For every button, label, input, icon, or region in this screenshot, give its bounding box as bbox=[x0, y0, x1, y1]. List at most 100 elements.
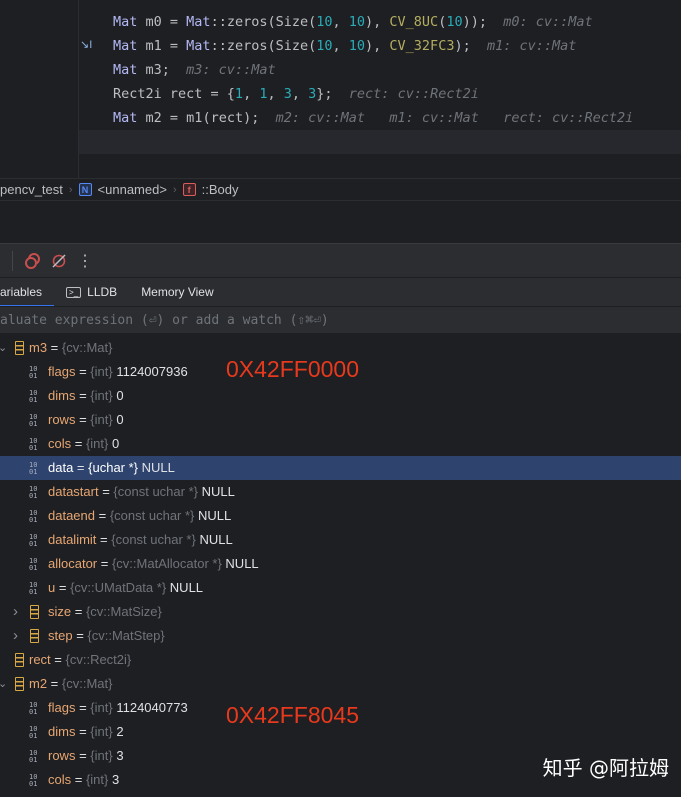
variable-type: {const uchar *} bbox=[111, 532, 196, 547]
evaluate-expression-input[interactable]: aluate expression (⏎) or add a watch (⇧⌘… bbox=[0, 306, 681, 334]
code-token: Mat bbox=[186, 38, 211, 54]
primitive-value-icon: 10 01 bbox=[29, 461, 38, 476]
variable-row[interactable]: 10 01 allocator = {cv::MatAllocator *} NUL… bbox=[0, 552, 681, 576]
object-icon bbox=[30, 624, 39, 651]
variable-row[interactable]: 10 01 datastart = {const uchar *} NULL bbox=[0, 480, 681, 504]
code-token: ), bbox=[365, 14, 390, 30]
execution-point-icon: ↘I bbox=[80, 39, 93, 51]
variable-value: NULL bbox=[198, 508, 232, 523]
code-token: )); bbox=[462, 14, 504, 30]
code-token: ; bbox=[251, 110, 276, 126]
primitive-value-icon: 10 01 bbox=[29, 413, 38, 428]
primitive-value-icon: 10 01 bbox=[29, 365, 38, 380]
code-token: ); bbox=[454, 38, 487, 54]
primitive-value-icon: 10 01 bbox=[29, 437, 38, 452]
variable-type: {int} bbox=[90, 700, 113, 715]
variable-text: m2 = {cv::Mat} bbox=[29, 676, 113, 691]
variable-name: flags bbox=[48, 364, 76, 379]
primitive-value-icon: 10 01 bbox=[29, 701, 38, 716]
variable-text: rows = {int} 3 bbox=[48, 748, 124, 763]
chevron-right-icon[interactable]: › bbox=[13, 600, 18, 624]
code-line[interactable]: Mat m2 = m1(rect); m2: cv::Mat m1: cv::M… bbox=[113, 106, 633, 130]
chevron-down-icon[interactable]: ⌄ bbox=[0, 336, 7, 360]
variable-name: rows bbox=[48, 748, 76, 763]
code-token: Mat bbox=[113, 62, 138, 78]
variable-type: {int} bbox=[90, 364, 113, 379]
code-line[interactable]: Mat m0 = Mat::zeros(Size(10, 10), CV_8UC… bbox=[113, 10, 593, 34]
code-token: m0 = bbox=[145, 14, 187, 30]
code-token: ::zeros(Size( bbox=[210, 14, 317, 30]
code-token: 10 bbox=[348, 14, 366, 30]
variable-value: 0 bbox=[116, 412, 124, 427]
variable-row[interactable]: › size = {cv::MatSize} bbox=[0, 600, 681, 624]
variable-row[interactable]: 10 01 dataend = {const uchar *} NULL bbox=[0, 504, 681, 528]
variable-text: datastart = {const uchar *} NULL bbox=[48, 484, 235, 499]
inlay-hint: m0: cv::Mat bbox=[503, 14, 593, 30]
variable-type: {const uchar *} bbox=[113, 484, 198, 499]
chevron-right-icon: › bbox=[68, 183, 73, 196]
variable-name: dims bbox=[48, 388, 76, 403]
tab-variables[interactable]: ariables bbox=[0, 278, 55, 307]
variable-name: datastart bbox=[48, 484, 99, 499]
code-line[interactable]: Rect2i rect = {1, 1, 3, 3}; rect: cv::Re… bbox=[113, 82, 479, 106]
variable-value: 3 bbox=[116, 748, 124, 763]
primitive-value-icon: 10 01 bbox=[29, 581, 38, 596]
variable-name: cols bbox=[48, 772, 72, 787]
code-token: 1 bbox=[234, 86, 244, 102]
code-token: rect bbox=[210, 110, 244, 126]
code-token: CV_32FC3 bbox=[389, 38, 455, 54]
variable-value: 2 bbox=[116, 724, 124, 739]
variable-row[interactable]: 10 01 u = {cv::UMatData *} NULL bbox=[0, 576, 681, 600]
panel-gap bbox=[0, 200, 681, 243]
variable-type: {uchar *} bbox=[88, 460, 139, 475]
watermark: 知乎 @阿拉姆 bbox=[542, 756, 669, 780]
primitive-value-icon: 10 01 bbox=[29, 509, 38, 524]
primitive-value-icon: 10 01 bbox=[29, 773, 38, 788]
variable-row[interactable]: 10 01 cols = {int} 0 bbox=[0, 432, 681, 456]
variable-row[interactable]: rect = {cv::Rect2i} bbox=[0, 648, 681, 672]
variable-value: NULL bbox=[199, 532, 233, 547]
code-token: Mat bbox=[113, 38, 138, 54]
code-line[interactable]: Mat m1 = Mat::zeros(Size(10, 10), CV_32F… bbox=[113, 34, 576, 58]
object-icon bbox=[30, 600, 39, 627]
inlay-hint: m2: cv::Mat m1: cv::Mat rect: cv::Rect2i bbox=[275, 110, 634, 126]
primitive-value-icon: 10 01 bbox=[29, 485, 38, 500]
variable-row[interactable]: 10 01 data = {uchar *} NULL bbox=[0, 456, 681, 480]
variable-value: 3 bbox=[112, 772, 120, 787]
variable-name: rect bbox=[29, 652, 51, 667]
code-token: , bbox=[332, 14, 349, 30]
variable-value: 1124040773 bbox=[116, 700, 188, 715]
chevron-right-icon[interactable]: › bbox=[13, 624, 18, 648]
tab-lldb[interactable]: >_ LLDB bbox=[54, 278, 129, 307]
variable-name: size bbox=[48, 604, 72, 619]
variable-text: m3 = {cv::Mat} bbox=[29, 340, 113, 355]
breadcrumb-namespace[interactable]: <unnamed> bbox=[98, 182, 167, 197]
breadcrumb-project[interactable]: pencv_test bbox=[0, 182, 63, 197]
variable-value: NULL bbox=[201, 484, 235, 499]
variable-type: {int} bbox=[85, 772, 109, 787]
chevron-down-icon[interactable]: ⌄ bbox=[0, 672, 7, 696]
variable-type: {int} bbox=[90, 412, 113, 427]
variable-text: cols = {int} 0 bbox=[48, 436, 120, 451]
variable-type: {int} bbox=[90, 724, 113, 739]
variable-row[interactable]: ⌄ m2 = {cv::Mat} bbox=[0, 672, 681, 696]
variable-type: {int} bbox=[85, 436, 109, 451]
breadcrumb-function[interactable]: ::Body bbox=[202, 182, 239, 197]
toolbar-divider bbox=[12, 250, 13, 271]
variable-row[interactable]: 10 01 datalimit = {const uchar *} NULL bbox=[0, 528, 681, 552]
code-line[interactable]: Mat m3; m3: cv::Mat bbox=[113, 58, 276, 82]
variable-text: rows = {int} 0 bbox=[48, 412, 124, 427]
variable-value: NULL bbox=[225, 556, 259, 571]
variable-row[interactable]: 10 01 dims = {int} 0 bbox=[0, 384, 681, 408]
view-breakpoints-icon[interactable] bbox=[23, 251, 43, 271]
code-token: , bbox=[243, 86, 260, 102]
mute-breakpoints-icon[interactable] bbox=[49, 251, 69, 271]
variable-row[interactable]: 10 01 rows = {int} 0 bbox=[0, 408, 681, 432]
more-options-icon[interactable]: ⋮ bbox=[77, 251, 93, 271]
variable-type: {cv::MatStep} bbox=[87, 628, 165, 643]
variable-row[interactable]: › step = {cv::MatStep} bbox=[0, 624, 681, 648]
code-editor[interactable]: ↘I Mat m0 = Mat::zeros(Size(10, 10), CV_… bbox=[0, 0, 681, 178]
tab-memory-view[interactable]: Memory View bbox=[129, 278, 225, 307]
function-icon: f bbox=[182, 183, 196, 196]
variable-type: {int} bbox=[90, 388, 113, 403]
